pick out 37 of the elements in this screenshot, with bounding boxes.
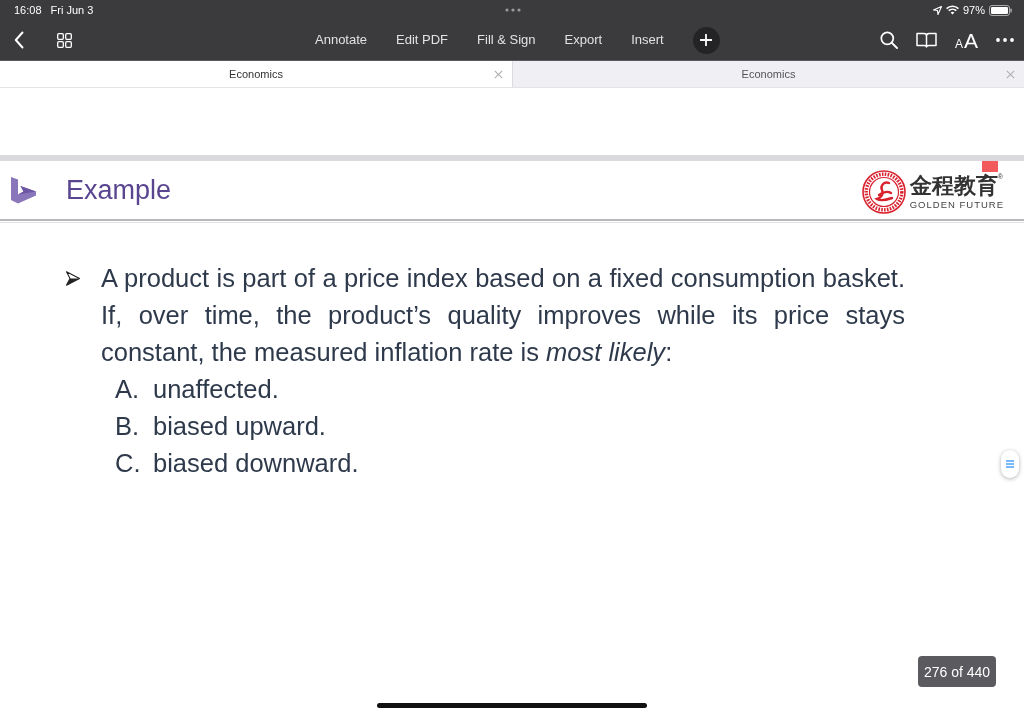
more-icon[interactable] <box>996 38 1014 42</box>
status-time: 16:08 <box>14 4 42 16</box>
scroll-handle[interactable] <box>1001 450 1019 478</box>
wifi-icon <box>945 5 959 15</box>
toolbar-menu-item[interactable]: Edit PDF <box>396 31 449 49</box>
open-book-icon[interactable] <box>915 32 937 48</box>
question-text: A product is part of a price index based on a fixed consumption basket. If, over time, the product’s quality improves while its price stays constant, the measured inflation rate is most likely: <box>101 263 905 368</box>
chevron-logo-icon <box>10 176 37 204</box>
location-arrow-icon <box>932 5 942 15</box>
battery-percent: 97% <box>962 4 985 16</box>
seal-emblem-icon <box>861 170 906 214</box>
add-button[interactable] <box>692 26 720 54</box>
option-text: unaffected. <box>153 375 279 404</box>
plus-icon <box>700 34 713 46</box>
logo-name: 金程教育$^{®}$ <box>909 173 1003 199</box>
logo-tagline: GOLDEN FUTURE <box>909 199 1004 211</box>
document-tab[interactable]: Economics <box>512 61 1024 87</box>
option-letter: C. <box>115 449 142 478</box>
status-date: Fri Jun 3 <box>50 4 94 16</box>
text-size-button[interactable]: AA <box>954 29 978 51</box>
toolbar-menu-item[interactable]: Annotate <box>315 31 368 49</box>
option-letter: B. <box>115 412 141 441</box>
option-letter: A. <box>115 375 141 404</box>
arrowhead-bullet-icon <box>66 271 80 286</box>
page-indicator: 276 of 440 <box>918 656 996 687</box>
search-icon[interactable] <box>879 31 898 49</box>
slide-title: Example <box>66 174 172 206</box>
square-marker-icon <box>982 161 998 172</box>
toolbar-menu-item[interactable]: Insert <box>631 31 664 49</box>
option-text: biased downward. <box>153 449 359 478</box>
back-button[interactable] <box>12 29 26 51</box>
grid-view-icon[interactable] <box>57 32 72 48</box>
toolbar-menu-item[interactable]: Export <box>564 31 603 49</box>
multitask-dots-icon[interactable] <box>505 8 521 12</box>
toolbar-menu-item[interactable]: Fill & Sign <box>477 31 536 49</box>
battery-icon <box>989 4 1012 16</box>
option-text: biased upward. <box>153 412 326 441</box>
